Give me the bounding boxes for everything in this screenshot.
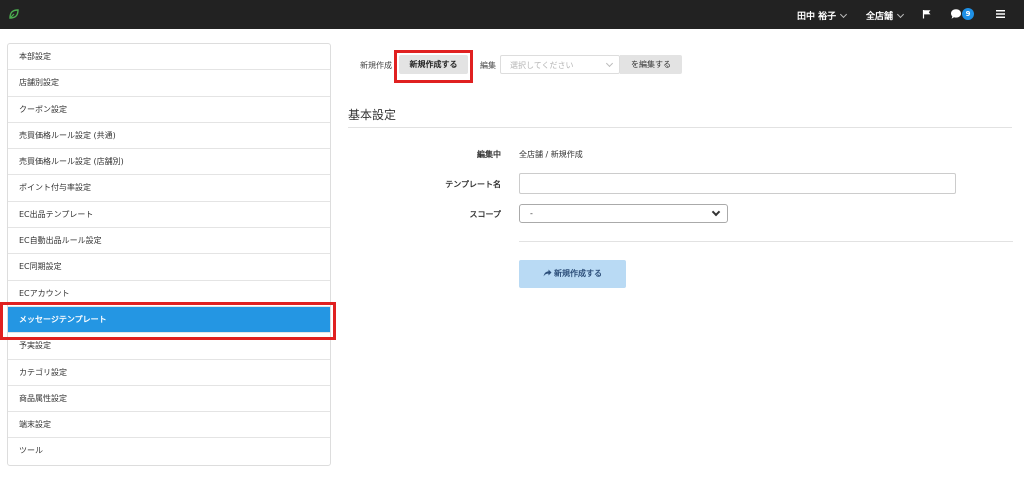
new-label: 新規作成 <box>360 61 392 70</box>
scope-label: スコープ <box>469 210 501 219</box>
section-divider <box>348 127 1012 128</box>
sidebar-item-tools[interactable]: ツール <box>8 438 330 464</box>
flag-icon[interactable] <box>922 9 932 19</box>
sidebar-item-budget-settings[interactable]: 予実設定 <box>8 333 330 360</box>
template-name-label: テンプレート名 <box>445 180 501 189</box>
submit-create-label: 新規作成する <box>554 269 602 278</box>
template-select[interactable]: 選択してください <box>500 55 620 74</box>
hamburger-menu-icon[interactable] <box>996 10 1005 18</box>
sidebar-item-point-rate[interactable]: ポイント付与率設定 <box>8 175 330 202</box>
sidebar-item-price-rule-common[interactable]: 売買価格ルール設定 (共通) <box>8 123 330 150</box>
sidebar-item-hq-settings[interactable]: 本部設定 <box>8 44 330 71</box>
settings-sidebar: 本部設定 店舗別設定 クーポン設定 売買価格ルール設定 (共通) 売買価格ルール… <box>7 43 331 466</box>
store-selector[interactable]: 全店舗 <box>866 9 905 22</box>
submit-create-button[interactable]: 新規作成する <box>519 260 626 288</box>
user-menu[interactable]: 田中 裕子 <box>797 9 848 22</box>
sidebar-item-product-attribute[interactable]: 商品属性設定 <box>8 386 330 413</box>
chat-icon[interactable] <box>950 8 962 20</box>
top-navbar: 田中 裕子 全店舗 9 <box>0 0 1024 29</box>
sidebar-item-category-settings[interactable]: カテゴリ設定 <box>8 360 330 386</box>
edit-label: 編集 <box>480 61 496 70</box>
create-new-button[interactable]: 新規作成する <box>399 55 468 74</box>
template-name-input[interactable] <box>519 173 956 194</box>
sidebar-item-message-template[interactable]: メッセージテンプレート <box>8 306 330 334</box>
user-name: 田中 裕子 <box>797 12 837 22</box>
sidebar-item-coupon-settings[interactable]: クーポン設定 <box>8 97 330 123</box>
sidebar-item-device-settings[interactable]: 端末設定 <box>8 412 330 439</box>
sidebar-item-ec-listing-template[interactable]: EC出品テンプレート <box>8 202 330 229</box>
sidebar-item-ec-account[interactable]: ECアカウント <box>8 281 330 307</box>
sidebar-item-price-rule-store[interactable]: 売買価格ルール設定 (店舗別) <box>8 149 330 176</box>
edit-template-button[interactable]: を編集する <box>620 55 682 74</box>
chevron-down-icon <box>840 10 848 19</box>
scope-select-value: - <box>530 209 533 218</box>
notification-badge: 9 <box>962 8 974 20</box>
editing-value: 全店舗 / 新規作成 <box>519 150 583 159</box>
store-selector-label: 全店舗 <box>866 12 894 22</box>
chevron-down-icon <box>711 207 721 217</box>
leaf-logo-icon[interactable] <box>8 8 20 20</box>
form-divider <box>519 241 1013 242</box>
sidebar-item-ec-sync-settings[interactable]: EC同期設定 <box>8 254 330 281</box>
template-select-placeholder: 選択してください <box>510 61 574 70</box>
section-title: 基本設定 <box>348 108 397 122</box>
editing-label: 編集中 <box>477 150 501 159</box>
chevron-down-icon <box>896 10 905 19</box>
sidebar-item-ec-auto-listing-rule[interactable]: EC自動出品ルール設定 <box>8 228 330 255</box>
share-arrow-icon <box>543 269 552 277</box>
chevron-down-icon <box>605 59 614 68</box>
scope-select[interactable]: - <box>519 204 728 223</box>
sidebar-item-store-settings[interactable]: 店舗別設定 <box>8 70 330 97</box>
